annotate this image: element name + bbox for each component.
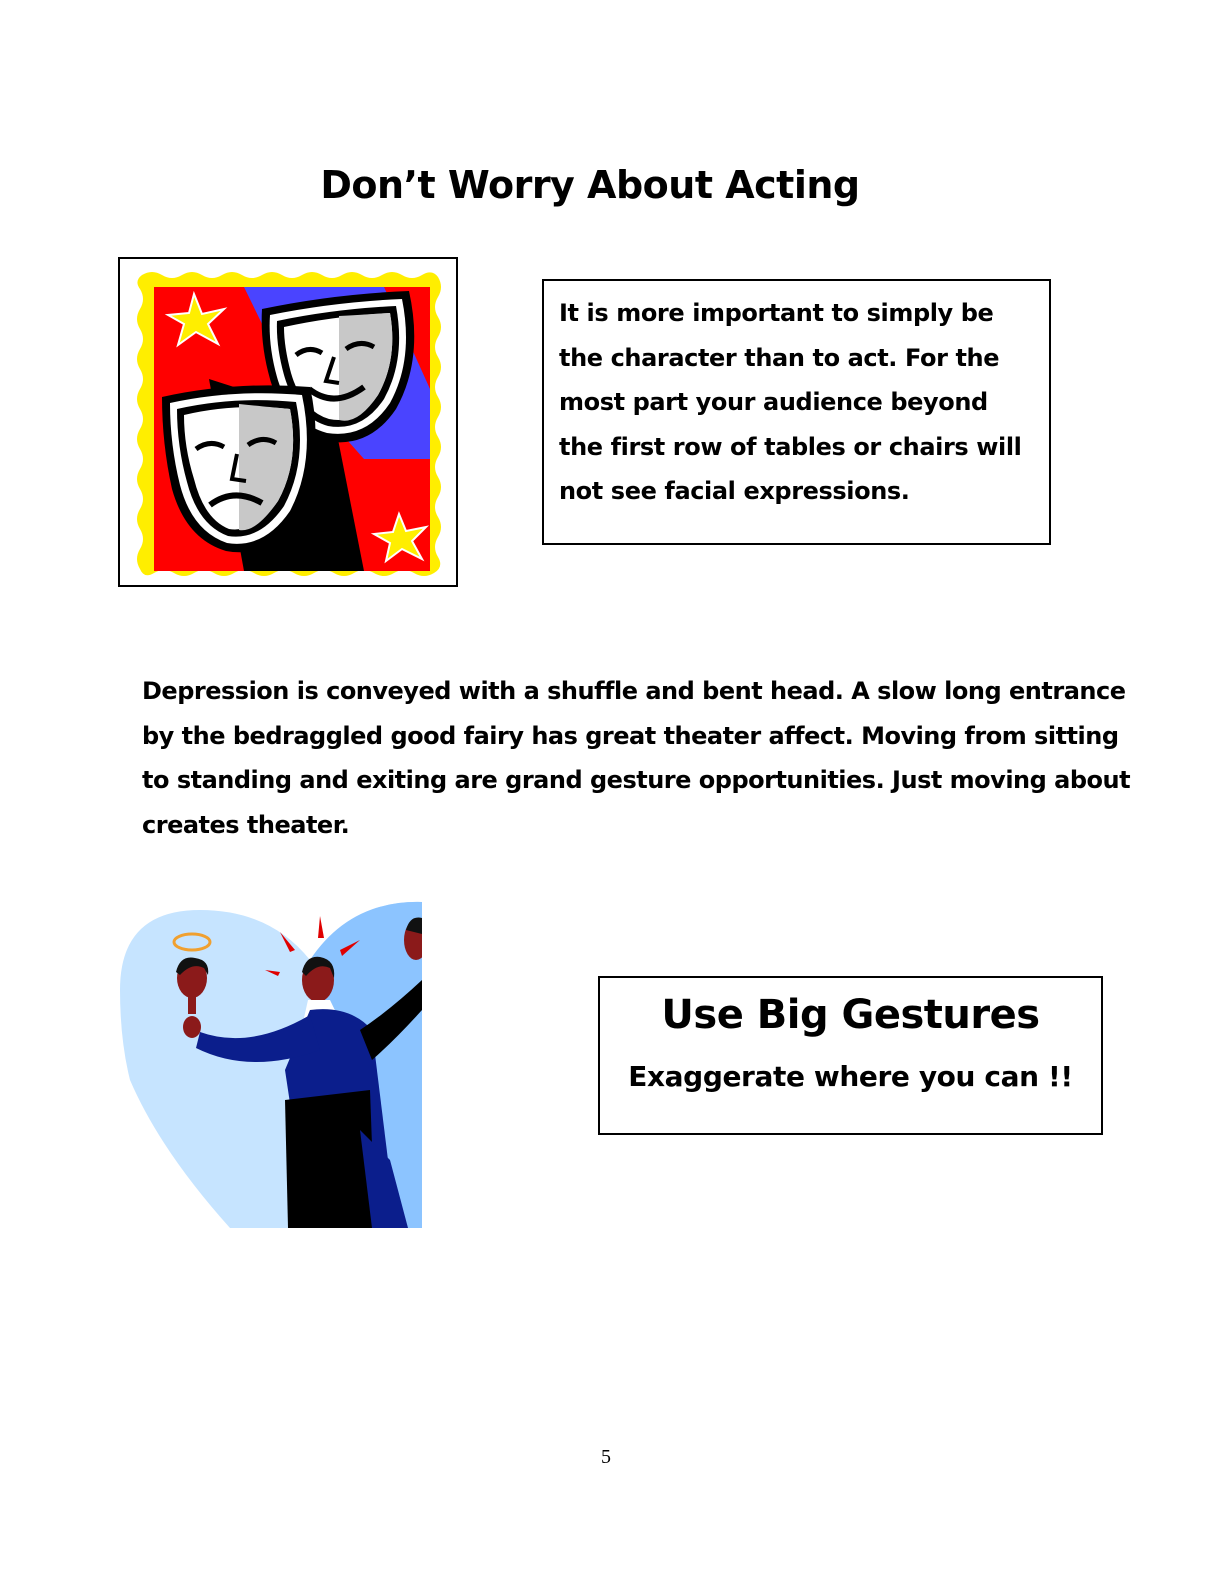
theater-masks-image [118, 257, 458, 587]
tip-line: the first row of tables or chairs will [559, 432, 1022, 461]
theater-masks-icon [137, 272, 441, 576]
page-title: Don’t Worry About Acting [320, 163, 860, 207]
tip-line: not see facial expressions. [559, 477, 910, 505]
big-gestures-box: Use Big Gestures Exaggerate where you ca… [598, 976, 1103, 1135]
gesturing-figures-image [120, 900, 428, 1230]
body-paragraph: Depression is conveyed with a shuffle an… [142, 669, 1142, 847]
page-number: 5 [601, 1446, 611, 1468]
acting-tip-box: It is more important to simply be the ch… [542, 279, 1051, 545]
body-line: Depression is conveyed with a shuffle an… [142, 677, 1126, 705]
tip-line: It is more important to simply be [559, 299, 994, 327]
tip-line: most part your audience beyond [559, 388, 988, 416]
body-line: to standing and exiting are grand gestur… [142, 766, 1131, 794]
body-line: by the bedraggled good fairy has great t… [142, 721, 1119, 750]
tip-line: the character than to act. For the [559, 343, 1000, 372]
body-line: creates theater. [142, 810, 350, 839]
gestures-subheading: Exaggerate where you can !! [628, 1060, 1073, 1093]
gestures-heading: Use Big Gestures [661, 992, 1040, 1038]
gesturing-figures-icon [120, 901, 428, 1228]
